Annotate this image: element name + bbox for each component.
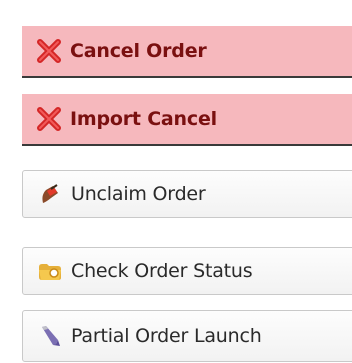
flag-pin-icon bbox=[37, 181, 63, 207]
import-cancel-button[interactable]: Import Cancel bbox=[22, 94, 352, 146]
red-x-icon bbox=[36, 106, 62, 132]
cancel-order-button[interactable]: Cancel Order bbox=[22, 26, 352, 78]
unclaim-order-button[interactable]: Unclaim Order bbox=[22, 170, 352, 218]
check-order-status-button[interactable]: Check Order Status bbox=[22, 247, 352, 295]
unclaim-order-label: Unclaim Order bbox=[71, 183, 206, 205]
partial-order-launch-button[interactable]: Partial Order Launch bbox=[22, 310, 352, 362]
cancel-order-label: Cancel Order bbox=[70, 40, 207, 62]
pen-launch-icon bbox=[37, 323, 63, 349]
check-order-status-label: Check Order Status bbox=[71, 260, 253, 282]
import-cancel-label: Import Cancel bbox=[70, 108, 217, 130]
folder-status-icon bbox=[37, 258, 63, 284]
partial-order-launch-label: Partial Order Launch bbox=[71, 325, 262, 347]
red-x-icon bbox=[36, 38, 62, 64]
